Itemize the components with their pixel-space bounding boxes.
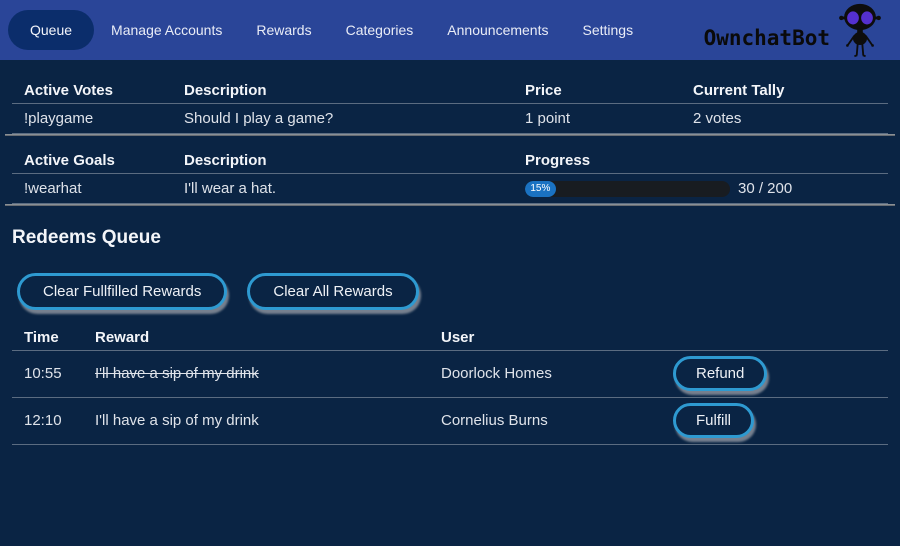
active-goals-header-row: Active Goals Description Progress xyxy=(12,149,888,174)
redeem-time: 12:10 xyxy=(12,397,95,444)
robot-mascot-icon xyxy=(832,2,888,60)
vote-tally: 2 votes xyxy=(693,103,888,133)
votes-header-tally: Current Tally xyxy=(693,78,888,103)
tab-announcements[interactable]: Announcements xyxy=(430,13,565,47)
active-votes-table: Active Votes Description Price Current T… xyxy=(12,78,888,134)
table-row: !playgame Should I play a game? 1 point … xyxy=(12,103,888,133)
goals-header-command: Active Goals xyxy=(12,149,184,174)
top-nav: Queue Manage Accounts Rewards Categories… xyxy=(0,0,900,60)
goals-header-description: Description xyxy=(184,149,525,174)
active-votes-header-row: Active Votes Description Price Current T… xyxy=(12,78,888,103)
tab-settings[interactable]: Settings xyxy=(565,13,650,47)
votes-header-price: Price xyxy=(525,78,693,103)
vote-price: 1 point xyxy=(525,103,693,133)
redeems-header-row: Time Reward User xyxy=(12,325,888,350)
table-row: !wearhat I'll wear a hat. 15% 30 / 200 xyxy=(12,174,888,204)
redeem-user: Doorlock Homes xyxy=(441,350,673,397)
redeem-reward: I'll have a sip of my drink xyxy=(95,397,441,444)
goal-progress-bar: 15% 30 / 200 xyxy=(525,180,888,197)
redeems-header-reward: Reward xyxy=(95,325,441,350)
tab-queue[interactable]: Queue xyxy=(8,10,94,50)
redeems-header-action xyxy=(673,325,888,350)
brand-wordmark: OwnchatBot xyxy=(704,26,830,50)
tab-manage-accounts[interactable]: Manage Accounts xyxy=(94,13,239,47)
redeem-reward: I'll have a sip of my drink xyxy=(95,350,441,397)
redeems-header-user: User xyxy=(441,325,673,350)
tab-categories[interactable]: Categories xyxy=(329,13,431,47)
redeems-actions: Clear Fullfilled Rewards Clear All Rewar… xyxy=(17,273,900,310)
redeem-user: Cornelius Burns xyxy=(441,397,673,444)
votes-header-description: Description xyxy=(184,78,525,103)
progress-count: 30 / 200 xyxy=(738,180,792,197)
refund-button[interactable]: Refund xyxy=(673,356,767,391)
tab-rewards[interactable]: Rewards xyxy=(239,13,328,47)
table-row: 12:10 I'll have a sip of my drink Cornel… xyxy=(12,397,888,444)
goals-header-progress: Progress xyxy=(525,149,888,174)
goal-command: !wearhat xyxy=(12,174,184,204)
goal-progress-fill: 15% xyxy=(525,181,556,197)
clear-all-rewards-button[interactable]: Clear All Rewards xyxy=(247,273,418,310)
fulfill-button[interactable]: Fulfill xyxy=(673,403,754,438)
clear-fulfilled-rewards-button[interactable]: Clear Fullfilled Rewards xyxy=(17,273,227,310)
goal-description: I'll wear a hat. xyxy=(184,174,525,204)
redeems-header-time: Time xyxy=(12,325,95,350)
brand-logo: OwnchatBot xyxy=(704,0,888,60)
active-goals-table: Active Goals Description Progress !wearh… xyxy=(12,149,888,205)
votes-header-command: Active Votes xyxy=(12,78,184,103)
page-title: Redeems Queue xyxy=(12,227,900,249)
vote-description: Should I play a game? xyxy=(184,103,525,133)
table-row: 10:55 I'll have a sip of my drink Doorlo… xyxy=(12,350,888,397)
goal-progress-cell: 15% 30 / 200 xyxy=(525,174,888,204)
vote-command: !playgame xyxy=(12,103,184,133)
section-divider xyxy=(5,134,895,136)
redeems-queue-table: Time Reward User 10:55 I'll have a sip o… xyxy=(12,325,888,445)
redeem-time: 10:55 xyxy=(12,350,95,397)
section-divider xyxy=(5,204,895,206)
progress-track: 15% xyxy=(525,181,730,197)
